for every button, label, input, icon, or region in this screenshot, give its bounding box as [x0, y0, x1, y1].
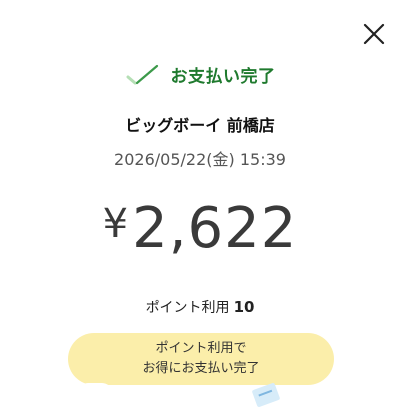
decoration-card-icon	[251, 382, 281, 408]
close-icon	[363, 23, 385, 45]
check-mark-icon	[126, 64, 158, 84]
points-label: ポイント利用	[145, 300, 230, 316]
transaction-datetime: 2026/05/22(金) 15:39	[114, 150, 286, 169]
close-button[interactable]	[360, 20, 388, 48]
promo-line-2: お得にお支払い完了	[142, 361, 260, 376]
points-value: 10	[233, 298, 255, 316]
promo-line-1: ポイント利用で	[155, 341, 247, 356]
payment-amount: ¥2,622	[0, 196, 400, 261]
merchant-name: ビッグボーイ 前橋店	[125, 116, 275, 135]
points-promo-banner[interactable]: ポイント利用で お得にお支払い完了	[68, 333, 334, 385]
decoration-illustration	[78, 383, 112, 403]
status-text: お支払い完了	[170, 67, 276, 87]
currency-symbol: ¥	[102, 201, 129, 247]
amount-value: 2,622	[132, 196, 298, 261]
payment-status: お支払い完了	[0, 62, 400, 92]
points-used: ポイント利用 10	[0, 297, 400, 317]
